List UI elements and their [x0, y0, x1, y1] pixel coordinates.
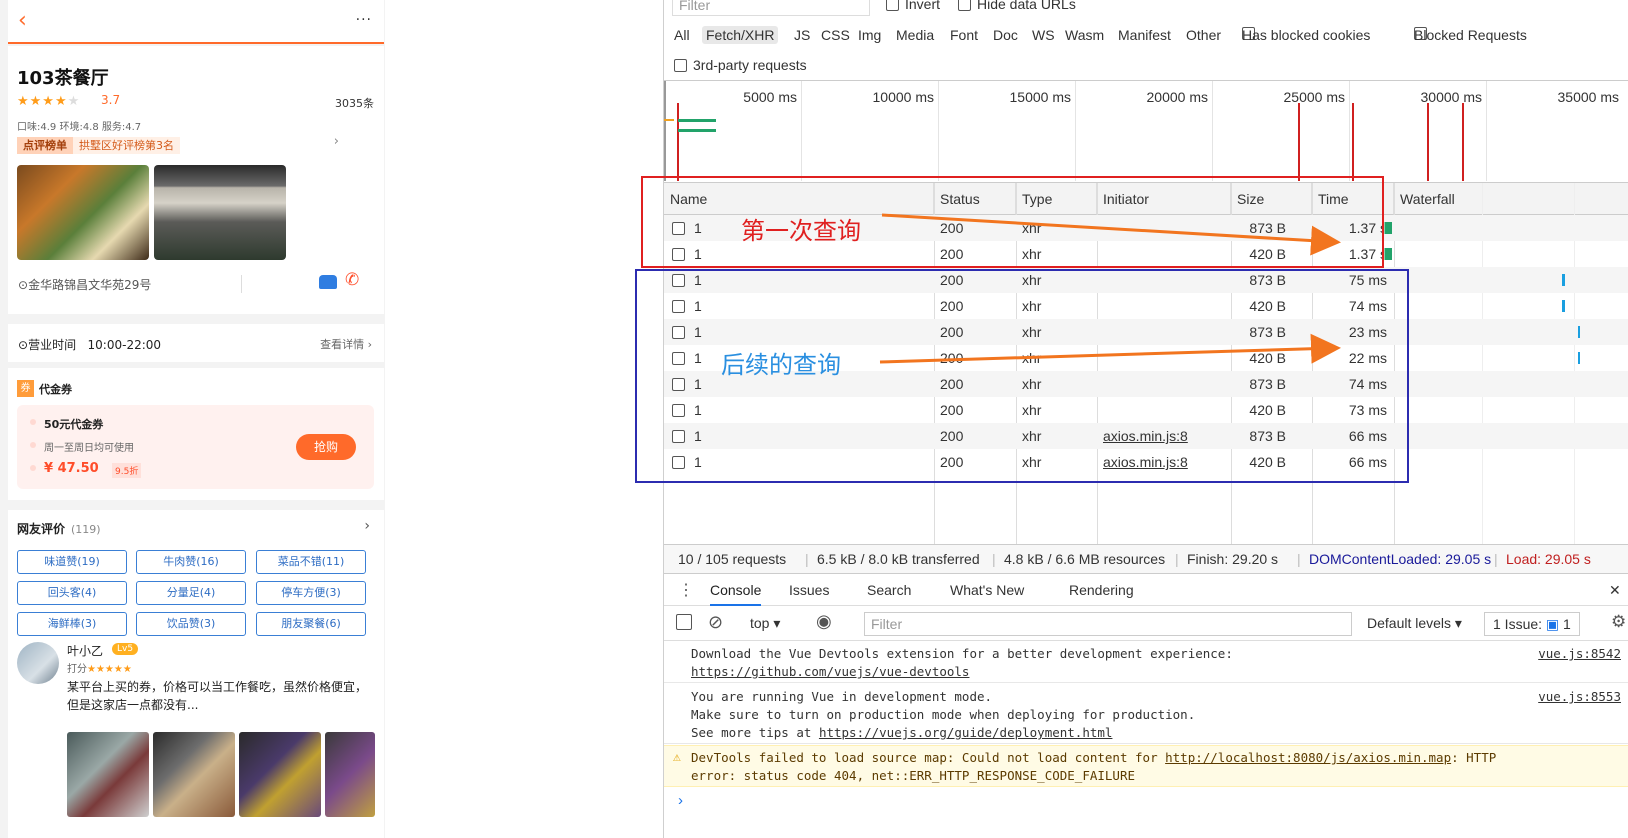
arrow-later-query	[879, 333, 1341, 364]
annotation-arrows	[879, 213, 1341, 364]
arrow-first-query	[881, 213, 1341, 256]
